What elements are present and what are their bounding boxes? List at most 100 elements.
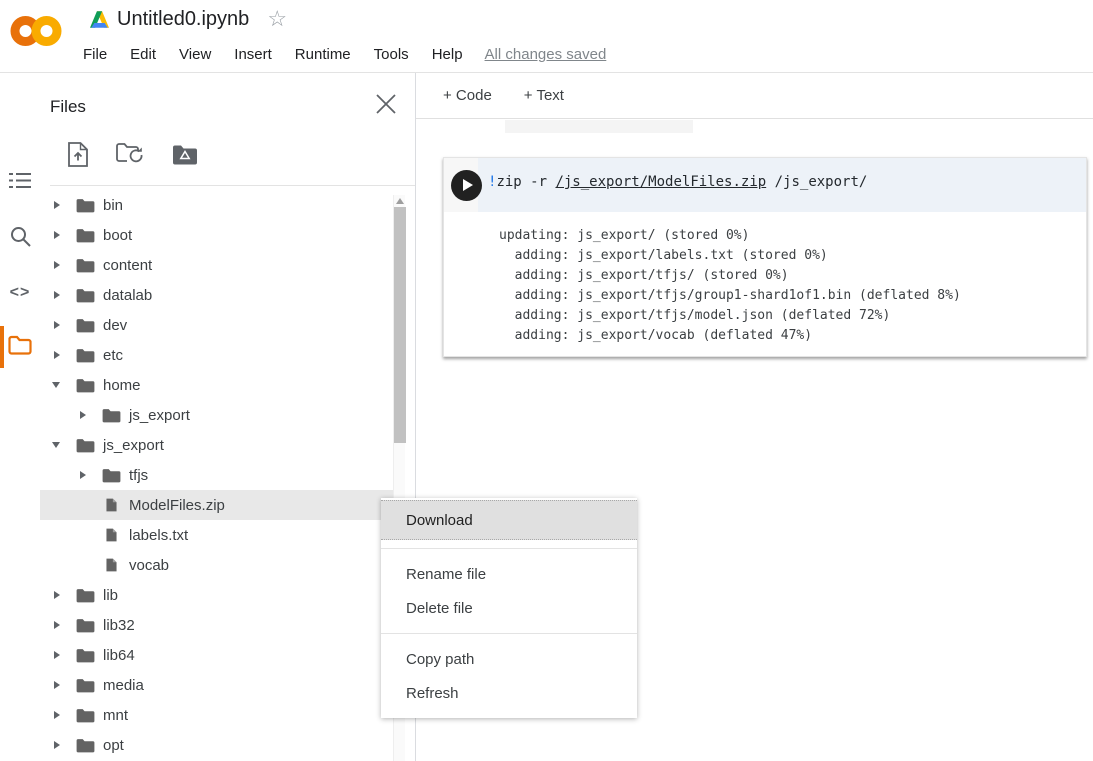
- expand-arrow-icon[interactable]: [52, 711, 75, 719]
- notebook-title[interactable]: Untitled0.ipynb: [117, 8, 249, 31]
- tree-item-labels.txt[interactable]: labels.txt: [40, 520, 393, 550]
- expand-arrow-icon[interactable]: [52, 351, 75, 359]
- tree-item-label: mnt: [103, 707, 128, 724]
- menu-view[interactable]: View: [179, 46, 211, 63]
- folder-icon: [75, 378, 95, 393]
- tree-item-media[interactable]: media: [40, 670, 393, 700]
- tree-item-label: media: [103, 677, 144, 694]
- code-editor[interactable]: !zip -r /js_export/ModelFiles.zip /js_ex…: [478, 158, 1086, 212]
- tree-item-boot[interactable]: boot: [40, 220, 393, 250]
- scroll-up-arrow-icon[interactable]: [396, 198, 404, 204]
- star-outline-icon[interactable]: ☆: [267, 8, 287, 30]
- expand-arrow-icon[interactable]: [52, 591, 75, 599]
- expand-arrow-icon[interactable]: [52, 291, 75, 299]
- tree-item-label: lib: [103, 587, 118, 604]
- save-status[interactable]: All changes saved: [485, 46, 607, 63]
- add-text-button[interactable]: + Text: [524, 87, 564, 104]
- tree-item-ModelFiles.zip[interactable]: ModelFiles.zip: [40, 490, 393, 520]
- close-icon[interactable]: [375, 93, 397, 115]
- tree-item-label: lib64: [103, 647, 135, 664]
- tree-item-label: js_export: [129, 407, 190, 424]
- upload-file-icon[interactable]: [68, 142, 88, 167]
- cell-toolbar: + Code + Text: [416, 73, 1093, 119]
- expand-arrow-icon[interactable]: [52, 681, 75, 689]
- search-stack-overflow-button[interactable]: SEARCH STACK OVERFLOW: [505, 120, 693, 133]
- left-icon-rail: <>: [0, 73, 40, 761]
- menu-help[interactable]: Help: [432, 46, 463, 63]
- scrollbar-thumb[interactable]: [394, 207, 406, 443]
- expand-arrow-icon[interactable]: [52, 621, 75, 629]
- tree-item-label: js_export: [103, 437, 164, 454]
- context-menu-download[interactable]: Download: [381, 500, 637, 540]
- header: Untitled0.ipynb ☆ File Edit View Insert Runt…: [0, 0, 1093, 73]
- tree-item-dev[interactable]: dev: [40, 310, 393, 340]
- menu-tools[interactable]: Tools: [374, 46, 409, 63]
- tree-item-vocab[interactable]: vocab: [40, 550, 393, 580]
- menu-file[interactable]: File: [83, 46, 107, 63]
- folder-icon: [75, 588, 95, 603]
- tree-item-label: ModelFiles.zip: [129, 497, 225, 514]
- expand-arrow-icon[interactable]: [52, 261, 75, 269]
- tree-item-label: vocab: [129, 557, 169, 574]
- collapse-arrow-icon[interactable]: [52, 382, 75, 388]
- add-code-button[interactable]: + Code: [443, 87, 492, 104]
- expand-arrow-icon[interactable]: [52, 201, 75, 209]
- menu-insert[interactable]: Insert: [234, 46, 272, 63]
- collapse-arrow-icon[interactable]: [52, 442, 75, 448]
- tree-item-mnt[interactable]: mnt: [40, 700, 393, 730]
- expand-arrow-icon[interactable]: [78, 411, 101, 419]
- tree-item-label: labels.txt: [129, 527, 188, 544]
- run-cell-button[interactable]: [451, 170, 482, 201]
- colab-logo-icon[interactable]: [10, 14, 62, 53]
- refresh-folder-icon[interactable]: [116, 142, 144, 166]
- output-line: adding: js_export/tfjs/ (stored 0%): [499, 266, 1086, 286]
- output-line: adding: js_export/labels.txt (stored 0%): [499, 246, 1086, 266]
- tree-item-datalab[interactable]: datalab: [40, 280, 393, 310]
- tree-item-js_export[interactable]: js_export: [40, 430, 393, 460]
- expand-arrow-icon[interactable]: [52, 651, 75, 659]
- context-menu: Download Rename fileDelete file Copy pathR…: [381, 498, 637, 718]
- search-icon[interactable]: [0, 226, 40, 247]
- expand-arrow-icon[interactable]: [52, 231, 75, 239]
- tree-item-home[interactable]: home: [40, 370, 393, 400]
- tree-item-label: etc: [103, 347, 123, 364]
- tree-item-label: opt: [103, 737, 124, 754]
- expand-arrow-icon[interactable]: [78, 471, 101, 479]
- code-snippets-icon[interactable]: <>: [0, 284, 40, 302]
- tree-item-content[interactable]: content: [40, 250, 393, 280]
- menu-separator: [381, 633, 637, 634]
- cell-output: updating: js_export/ (stored 0%) adding:…: [444, 212, 1086, 356]
- files-icon[interactable]: [0, 335, 40, 355]
- menu-bar: File Edit View Insert Runtime Tools Help All c…: [83, 42, 606, 66]
- menu-separator: [381, 548, 637, 549]
- context-menu-delete-file[interactable]: Delete file: [381, 591, 637, 625]
- output-line: updating: js_export/ (stored 0%): [499, 226, 1086, 246]
- expand-arrow-icon[interactable]: [52, 321, 75, 329]
- tree-item-lib64[interactable]: lib64: [40, 640, 393, 670]
- table-of-contents-icon[interactable]: [0, 172, 40, 189]
- mount-drive-icon[interactable]: [172, 144, 198, 165]
- context-menu-rename-file[interactable]: Rename file: [381, 557, 637, 591]
- context-menu-refresh[interactable]: Refresh: [381, 676, 637, 710]
- expand-arrow-icon[interactable]: [52, 741, 75, 749]
- folder-icon: [75, 648, 95, 663]
- tree-item-lib[interactable]: lib: [40, 580, 393, 610]
- folder-icon: [75, 228, 95, 243]
- tree-item-label: bin: [103, 197, 123, 214]
- folder-icon: [75, 288, 95, 303]
- code-token: zip -r: [496, 174, 555, 190]
- tree-item-opt[interactable]: opt: [40, 730, 393, 760]
- tree-item-label: tfjs: [129, 467, 148, 484]
- output-line: adding: js_export/vocab (deflated 47%): [499, 326, 1086, 346]
- tree-item-js_export[interactable]: js_export: [40, 400, 393, 430]
- context-menu-copy-path[interactable]: Copy path: [381, 642, 637, 676]
- folder-icon: [75, 258, 95, 273]
- menu-runtime[interactable]: Runtime: [295, 46, 351, 63]
- tree-item-etc[interactable]: etc: [40, 340, 393, 370]
- tree-item-label: datalab: [103, 287, 152, 304]
- tree-item-bin[interactable]: bin: [40, 190, 393, 220]
- files-divider: [50, 185, 415, 186]
- tree-item-lib32[interactable]: lib32: [40, 610, 393, 640]
- menu-edit[interactable]: Edit: [130, 46, 156, 63]
- tree-item-tfjs[interactable]: tfjs: [40, 460, 393, 490]
